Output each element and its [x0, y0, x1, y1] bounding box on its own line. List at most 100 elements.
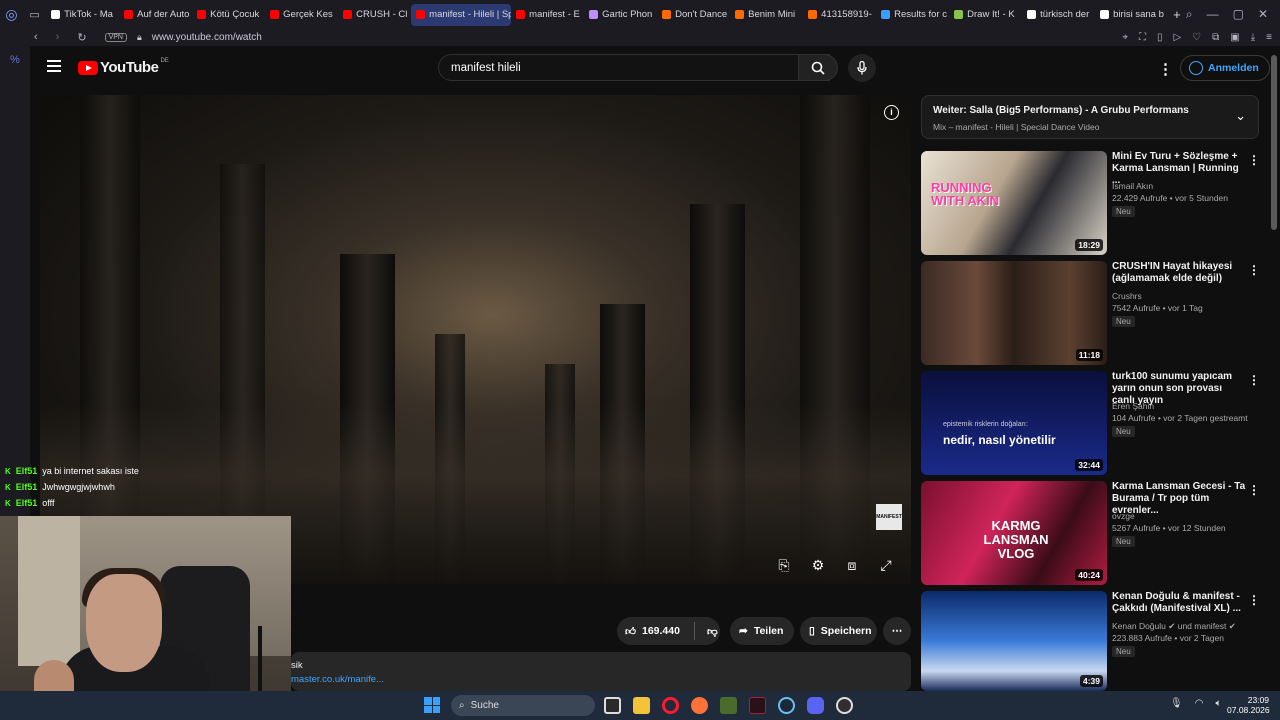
minimize-icon[interactable]: —	[1207, 7, 1219, 22]
channel-watermark[interactable]: MANIFEST	[876, 504, 902, 530]
task-view-icon[interactable]	[604, 697, 621, 714]
video-thumbnail[interactable]: 4:39	[921, 591, 1107, 691]
thumbs-down-icon[interactable]: 👎︎	[707, 625, 718, 638]
recommended-video[interactable]: RUNNING WITH AKIN 18:29 Mini Ev Turu + S…	[921, 151, 1266, 255]
sidebar-logo-icon[interactable]: %	[10, 54, 20, 66]
settings-kebab-icon[interactable]: ⋮	[1158, 60, 1173, 78]
more-options-icon[interactable]: ⋮	[1248, 153, 1260, 167]
video-thumbnail[interactable]: 11:18	[921, 261, 1107, 365]
youtube-logo[interactable]: YouTube DE	[78, 58, 169, 76]
wifi-icon[interactable]: ◠	[1195, 698, 1204, 709]
browser-tab[interactable]: CRUSH - Cl	[338, 4, 411, 26]
like-button[interactable]: 👍︎ 169.440 👎︎	[617, 617, 720, 645]
signin-button[interactable]: Anmelden	[1180, 55, 1270, 81]
minecraft-icon[interactable]	[720, 697, 737, 714]
tab-favicon-icon	[51, 10, 61, 19]
search-button[interactable]	[798, 54, 838, 81]
tab-overview-icon[interactable]: ▭	[23, 0, 46, 29]
browser-tab[interactable]: 413158919-	[803, 4, 876, 26]
opera-icon[interactable]	[662, 697, 679, 714]
microphone-icon[interactable]: 🎙︎	[1170, 698, 1183, 709]
fullscreen-icon[interactable]: ⤢	[877, 556, 895, 574]
windows-start-icon[interactable]	[424, 697, 440, 713]
subtitles-icon[interactable]: ⎘	[775, 556, 793, 574]
channel-name[interactable]: Kenan Doğulu ✔ und manifest ✔	[1112, 621, 1236, 632]
miniplayer-icon[interactable]: ⧈	[843, 556, 861, 574]
more-options-icon[interactable]: ⋮	[1248, 593, 1260, 607]
player-icon[interactable]: ▷	[1173, 32, 1181, 43]
description-box[interactable]: sik master.co.uk/manife...	[291, 652, 911, 691]
browser-tab[interactable]: Gerçek Kes	[265, 4, 338, 26]
save-button[interactable]: ▯ Speichern	[800, 617, 877, 645]
close-icon[interactable]: ✕	[1258, 7, 1268, 22]
recommended-video[interactable]: 4:39 Kenan Doğulu & manifest - Çakkıdı (…	[921, 591, 1266, 691]
browser-tab[interactable]: manifest - E	[511, 4, 584, 26]
menu-icon[interactable]: ≡	[1266, 32, 1272, 43]
volume-icon[interactable]: 🔈︎	[1215, 698, 1221, 709]
back-icon[interactable]: ‹	[34, 31, 38, 44]
video-thumbnail[interactable]: RUNNING WITH AKIN 18:29	[921, 151, 1107, 255]
download-icon[interactable]: ⤓	[1251, 32, 1255, 43]
channel-name[interactable]: ovzge	[1112, 511, 1135, 521]
recommended-video[interactable]: epistemik risklerin doğaları: nedir, nas…	[921, 371, 1266, 475]
more-options-icon[interactable]: ⋮	[1248, 373, 1260, 387]
pin-icon[interactable]: ⌖	[1122, 32, 1128, 43]
vpn-badge[interactable]: VPN	[104, 33, 127, 42]
video-title[interactable]: Kenan Doğulu & manifest - Çakkıdı (Manif…	[1112, 591, 1246, 615]
browser-tab[interactable]: türkisch der	[1022, 4, 1095, 26]
recommended-video[interactable]: 11:18 CRUSH'IN Hayat hikayesi (ağlamamak…	[921, 261, 1266, 365]
obs-icon[interactable]	[836, 697, 853, 714]
browser-tab[interactable]: Kötü Çocuk	[192, 4, 265, 26]
forward-icon[interactable]: ›	[56, 31, 60, 44]
browser-menu-icon[interactable]: ◎	[0, 0, 23, 29]
video-title[interactable]: CRUSH'IN Hayat hikayesi (ağlamamak elde …	[1112, 261, 1246, 285]
lock-icon[interactable]: 🔒︎	[137, 32, 142, 43]
up-next-panel[interactable]: Weiter: Salla (Big5 Performans) - A Grub…	[921, 95, 1259, 139]
share-button[interactable]: ➦ Teilen	[730, 617, 794, 645]
browser-tab[interactable]: Gartic Phon	[584, 4, 657, 26]
more-actions-button[interactable]: ⋯	[883, 617, 911, 645]
app-icon[interactable]	[749, 697, 766, 714]
hamburger-menu-icon[interactable]	[47, 60, 61, 72]
more-options-icon[interactable]: ⋮	[1248, 483, 1260, 497]
maximize-icon[interactable]: ▢	[1233, 7, 1244, 22]
browser-tab[interactable]: birisi sana b	[1095, 4, 1168, 26]
bookmark-icon[interactable]: ▯	[1157, 32, 1163, 43]
browser-tab[interactable]: TikTok - Ma	[46, 4, 119, 26]
recommended-video[interactable]: KARMG LANSMAN VLOG 40:24 Karma Lansman G…	[921, 481, 1266, 585]
channel-name[interactable]: Crushrs	[1112, 291, 1142, 301]
channel-name[interactable]: Eren Şahin	[1112, 401, 1154, 411]
description-link[interactable]: master.co.uk/manife...	[291, 674, 384, 685]
taskbar-search[interactable]: ⌕ Suche	[451, 695, 595, 716]
file-explorer-icon[interactable]	[633, 697, 650, 714]
discord-icon[interactable]	[807, 697, 824, 714]
url-field[interactable]: www.youtube.com/watch	[152, 32, 262, 43]
channel-name[interactable]: İsmail Akın	[1112, 181, 1153, 191]
wallet-icon[interactable]: ▣	[1230, 32, 1239, 43]
video-thumbnail[interactable]: KARMG LANSMAN VLOG 40:24	[921, 481, 1107, 585]
settings-gear-icon[interactable]: ⚙	[809, 556, 827, 574]
taskbar-clock[interactable]: 23:09 07.08.2026	[1227, 695, 1270, 715]
browser-tab[interactable]: manifest - Hileli | Spe	[411, 3, 512, 26]
browser-tab[interactable]: Auf der Auto	[119, 4, 192, 26]
browser-tab[interactable]: Draw It! - K	[949, 4, 1022, 26]
browser-tab[interactable]: Don't Dance	[657, 4, 730, 26]
video-thumbnail[interactable]: epistemik risklerin doğaları: nedir, nas…	[921, 371, 1107, 475]
page-scrollbar[interactable]	[1271, 55, 1277, 230]
browser-tab[interactable]: Benim Mini	[730, 4, 803, 26]
info-icon[interactable]: i	[884, 105, 899, 120]
reload-icon[interactable]: ↻	[77, 31, 86, 44]
search-input[interactable]: manifest hileli ✕	[438, 54, 830, 81]
chevron-down-icon[interactable]: ⌄	[1235, 108, 1246, 124]
voice-search-button[interactable]	[848, 54, 876, 82]
more-options-icon[interactable]: ⋮	[1248, 263, 1260, 277]
browser-tab[interactable]: Results for c	[876, 4, 949, 26]
heart-icon[interactable]: ♡	[1192, 32, 1201, 43]
steam-icon[interactable]	[778, 697, 795, 714]
screenshot-icon[interactable]: ⛶	[1139, 32, 1146, 43]
search-icon[interactable]: ⌕	[1186, 7, 1193, 22]
extension-icon[interactable]: ⧉	[1212, 32, 1219, 43]
new-tab-button[interactable]: +	[1168, 4, 1186, 26]
firefox-icon[interactable]	[691, 697, 708, 714]
video-player[interactable]: i MANIFEST ⎘ ⚙ ⧈ ⤢	[40, 95, 911, 584]
